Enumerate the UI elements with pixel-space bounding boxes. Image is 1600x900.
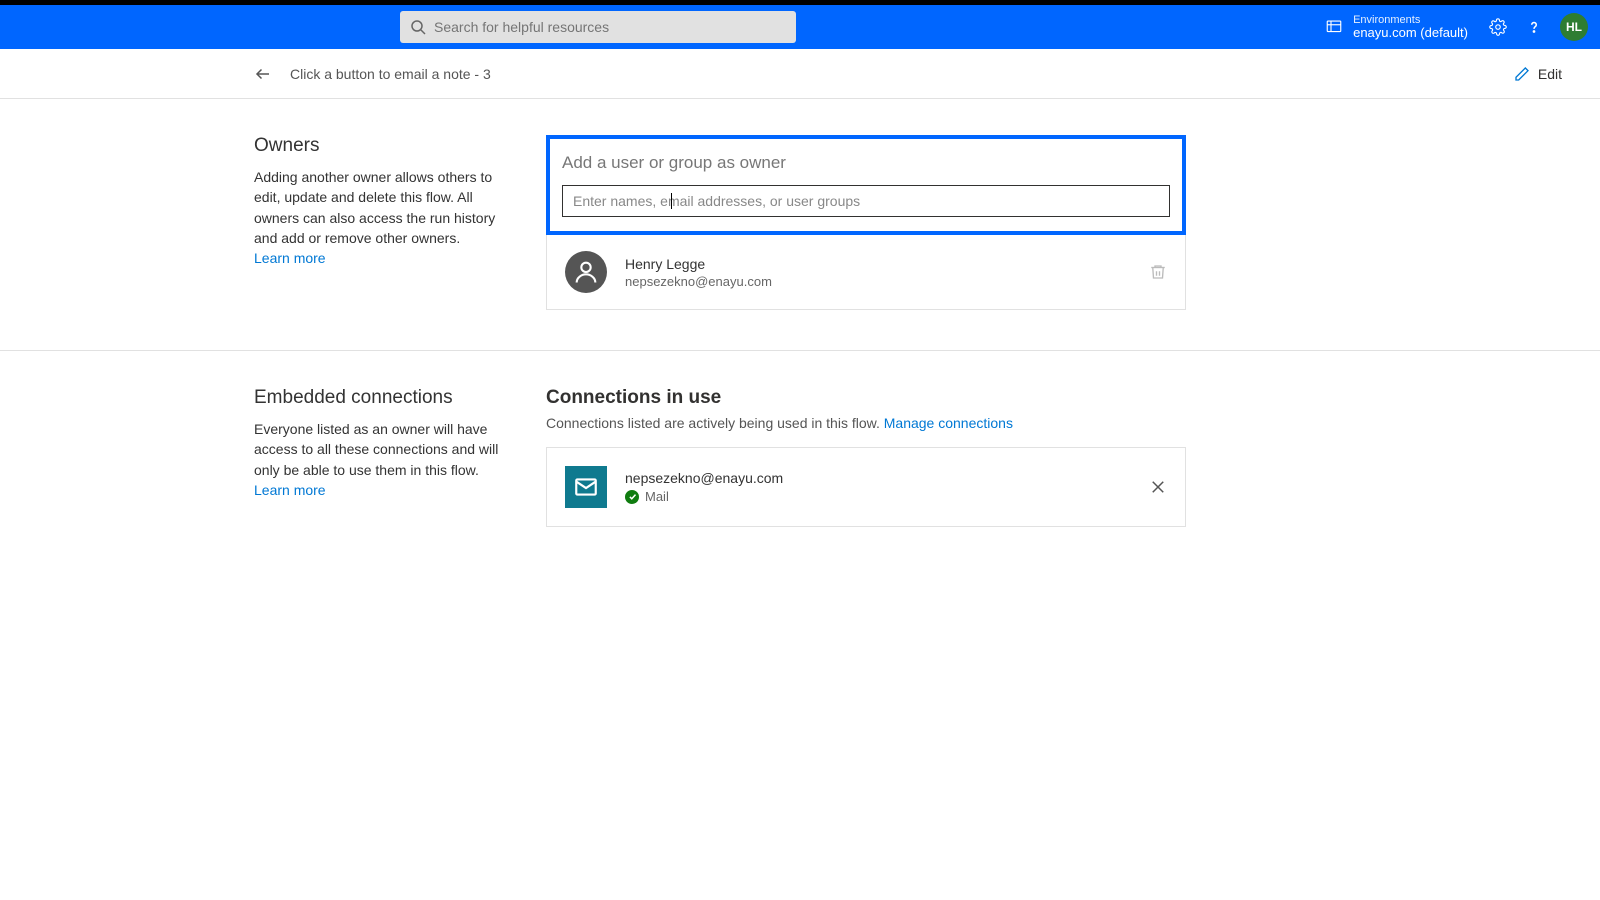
search-icon <box>410 19 426 35</box>
connections-section: Embedded connections Everyone listed as … <box>0 387 1600 567</box>
edit-label: Edit <box>1538 66 1562 82</box>
owners-section: Owners Adding another owner allows other… <box>0 135 1600 351</box>
page-subheader: Click a button to email a note - 3 Edit <box>0 49 1600 99</box>
add-owner-card: Add a user or group as owner <box>546 135 1186 235</box>
edit-button[interactable]: Edit <box>1514 66 1562 82</box>
connections-learn-more-link[interactable]: Learn more <box>254 482 326 498</box>
embedded-connections-heading: Embedded connections <box>254 387 500 409</box>
mail-connector-icon <box>565 466 607 508</box>
embedded-connections-description: Everyone listed as an owner will have ac… <box>254 419 500 480</box>
environment-icon <box>1325 18 1343 36</box>
global-search[interactable] <box>400 11 796 43</box>
owner-email: nepsezekno@enayu.com <box>625 274 772 289</box>
environment-picker[interactable]: Environments enayu.com (default) <box>1325 14 1468 40</box>
help-button[interactable] <box>1524 17 1544 37</box>
connections-subtext: Connections listed are actively being us… <box>546 415 884 431</box>
owners-description: Adding another owner allows others to ed… <box>254 167 500 248</box>
owners-learn-more-link[interactable]: Learn more <box>254 250 326 266</box>
page-title: Click a button to email a note - 3 <box>290 66 491 82</box>
top-navigation-bar: Environments enayu.com (default) HL <box>0 5 1600 49</box>
add-owner-title: Add a user or group as owner <box>562 153 1170 173</box>
remove-connection-button[interactable] <box>1149 478 1167 496</box>
owner-name: Henry Legge <box>625 256 772 272</box>
add-owner-input[interactable] <box>562 185 1170 217</box>
connection-email: nepsezekno@enayu.com <box>625 470 783 486</box>
environment-name: enayu.com (default) <box>1353 26 1468 40</box>
connections-subtext-row: Connections listed are actively being us… <box>546 415 1186 431</box>
connections-in-use-heading: Connections in use <box>546 387 1186 409</box>
owners-heading: Owners <box>254 135 500 157</box>
environment-label: Environments <box>1353 14 1468 26</box>
user-avatar[interactable]: HL <box>1560 13 1588 41</box>
avatar-initials: HL <box>1566 20 1582 34</box>
owner-list-item: Henry Legge nepsezekno@enayu.com <box>546 235 1186 310</box>
settings-button[interactable] <box>1488 17 1508 37</box>
connection-list-item: nepsezekno@enayu.com Mail <box>546 447 1186 527</box>
connection-service-name: Mail <box>645 489 669 504</box>
search-input[interactable] <box>434 19 786 35</box>
status-ok-icon <box>625 490 639 504</box>
edit-icon <box>1514 66 1530 82</box>
back-button[interactable] <box>254 65 272 83</box>
manage-connections-link[interactable]: Manage connections <box>884 415 1013 431</box>
text-caret <box>671 193 672 209</box>
owner-avatar-icon <box>565 251 607 293</box>
delete-owner-button[interactable] <box>1149 263 1167 281</box>
